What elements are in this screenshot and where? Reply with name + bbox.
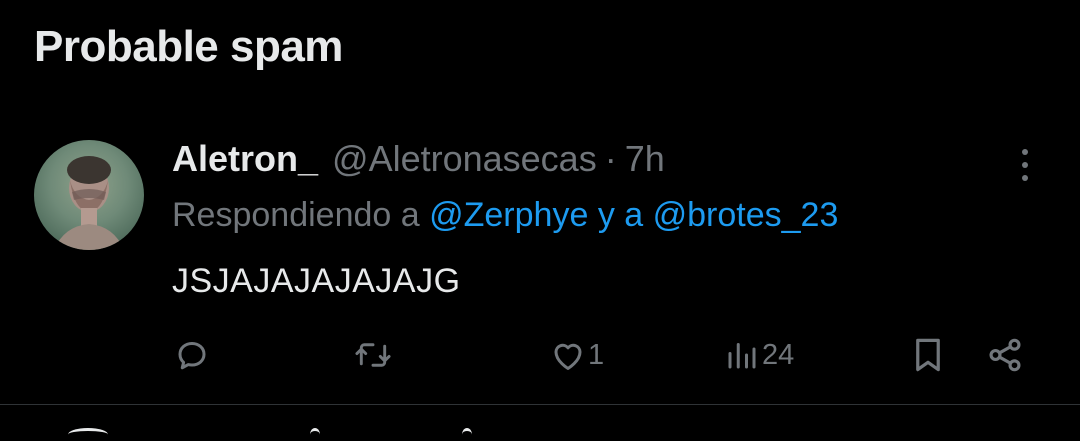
more-dot-icon <box>1022 175 1028 181</box>
mention-link-brotes[interactable]: @brotes_23 <box>653 196 839 234</box>
section-heading: Probable spam <box>34 22 343 71</box>
more-options-button[interactable] <box>1005 145 1045 185</box>
tweet-header: Aletron_ @Aletronasecas · 7h <box>172 138 665 184</box>
tweet-text: JSJAJAJAJAJAJG <box>172 262 461 300</box>
avatar[interactable] <box>34 140 144 250</box>
bookmark-button[interactable] <box>910 333 946 377</box>
timestamp[interactable]: 7h <box>625 138 665 180</box>
more-dot-icon <box>1022 162 1028 168</box>
avatar-image <box>54 156 124 250</box>
views-button[interactable]: 24 <box>724 333 794 377</box>
separator-dot: · <box>604 138 617 179</box>
tweet-divider <box>0 404 1080 405</box>
bookmark-icon <box>916 338 940 372</box>
replying-to-line: Respondiendo a @Zerphye y a @brotes_23 <box>172 196 838 235</box>
share-icon <box>989 338 1021 372</box>
display-name[interactable]: Aletron_ <box>172 138 318 180</box>
more-dot-icon <box>1022 149 1028 155</box>
views-icon <box>728 343 756 369</box>
mention-link-zerphye[interactable]: @Zerphye <box>429 196 588 234</box>
user-handle[interactable]: @Aletronasecas <box>332 138 597 180</box>
replying-to-joiner: y a <box>597 196 644 234</box>
views-count: 24 <box>762 338 795 371</box>
reply-button[interactable] <box>174 333 210 377</box>
like-count: 1 <box>588 338 605 371</box>
heart-icon <box>554 343 582 370</box>
retweet-icon <box>355 343 391 367</box>
share-button[interactable] <box>986 333 1024 377</box>
like-button[interactable]: 1 <box>550 333 604 377</box>
reply-icon <box>178 341 206 370</box>
retweet-button[interactable] <box>354 333 392 377</box>
replying-to-label: Respondiendo a <box>172 196 420 234</box>
